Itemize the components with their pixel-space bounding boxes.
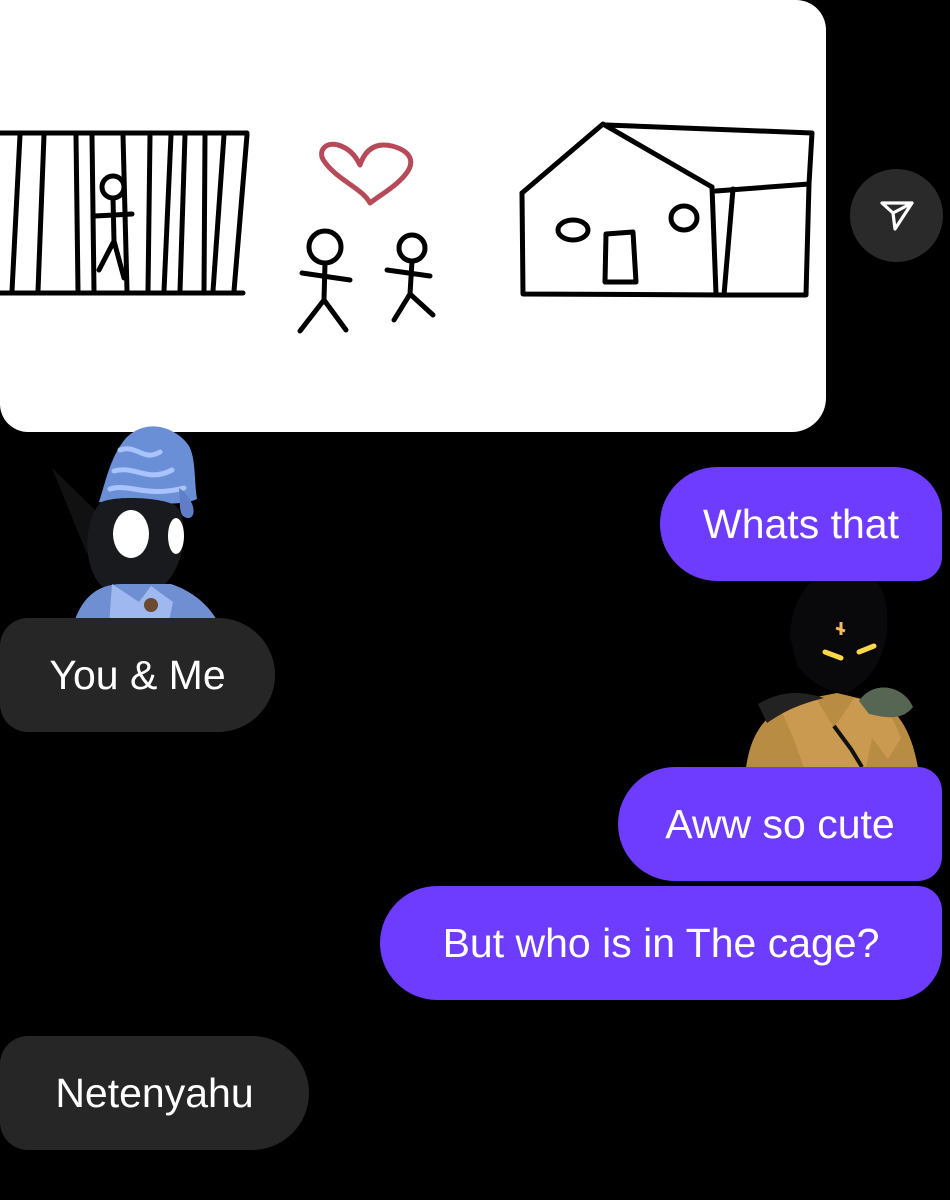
message-bubble-received[interactable]: Netenyahu (0, 1036, 309, 1150)
share-button[interactable] (850, 169, 943, 262)
drawing-image-message[interactable] (0, 0, 826, 432)
chat-screen: Whats that You & Me Aww so cute But who … (0, 0, 950, 1200)
message-bubble-sent[interactable]: But who is in The cage? (380, 886, 942, 1000)
message-bubble-sent[interactable]: Whats that (660, 467, 942, 581)
message-bubble-sent[interactable]: Aww so cute (618, 767, 942, 881)
cage-couple-house-drawing (0, 121, 815, 334)
message-bubble-received[interactable]: You & Me (0, 618, 275, 732)
send-icon (876, 193, 918, 238)
wizard-character-sticker (52, 424, 220, 626)
